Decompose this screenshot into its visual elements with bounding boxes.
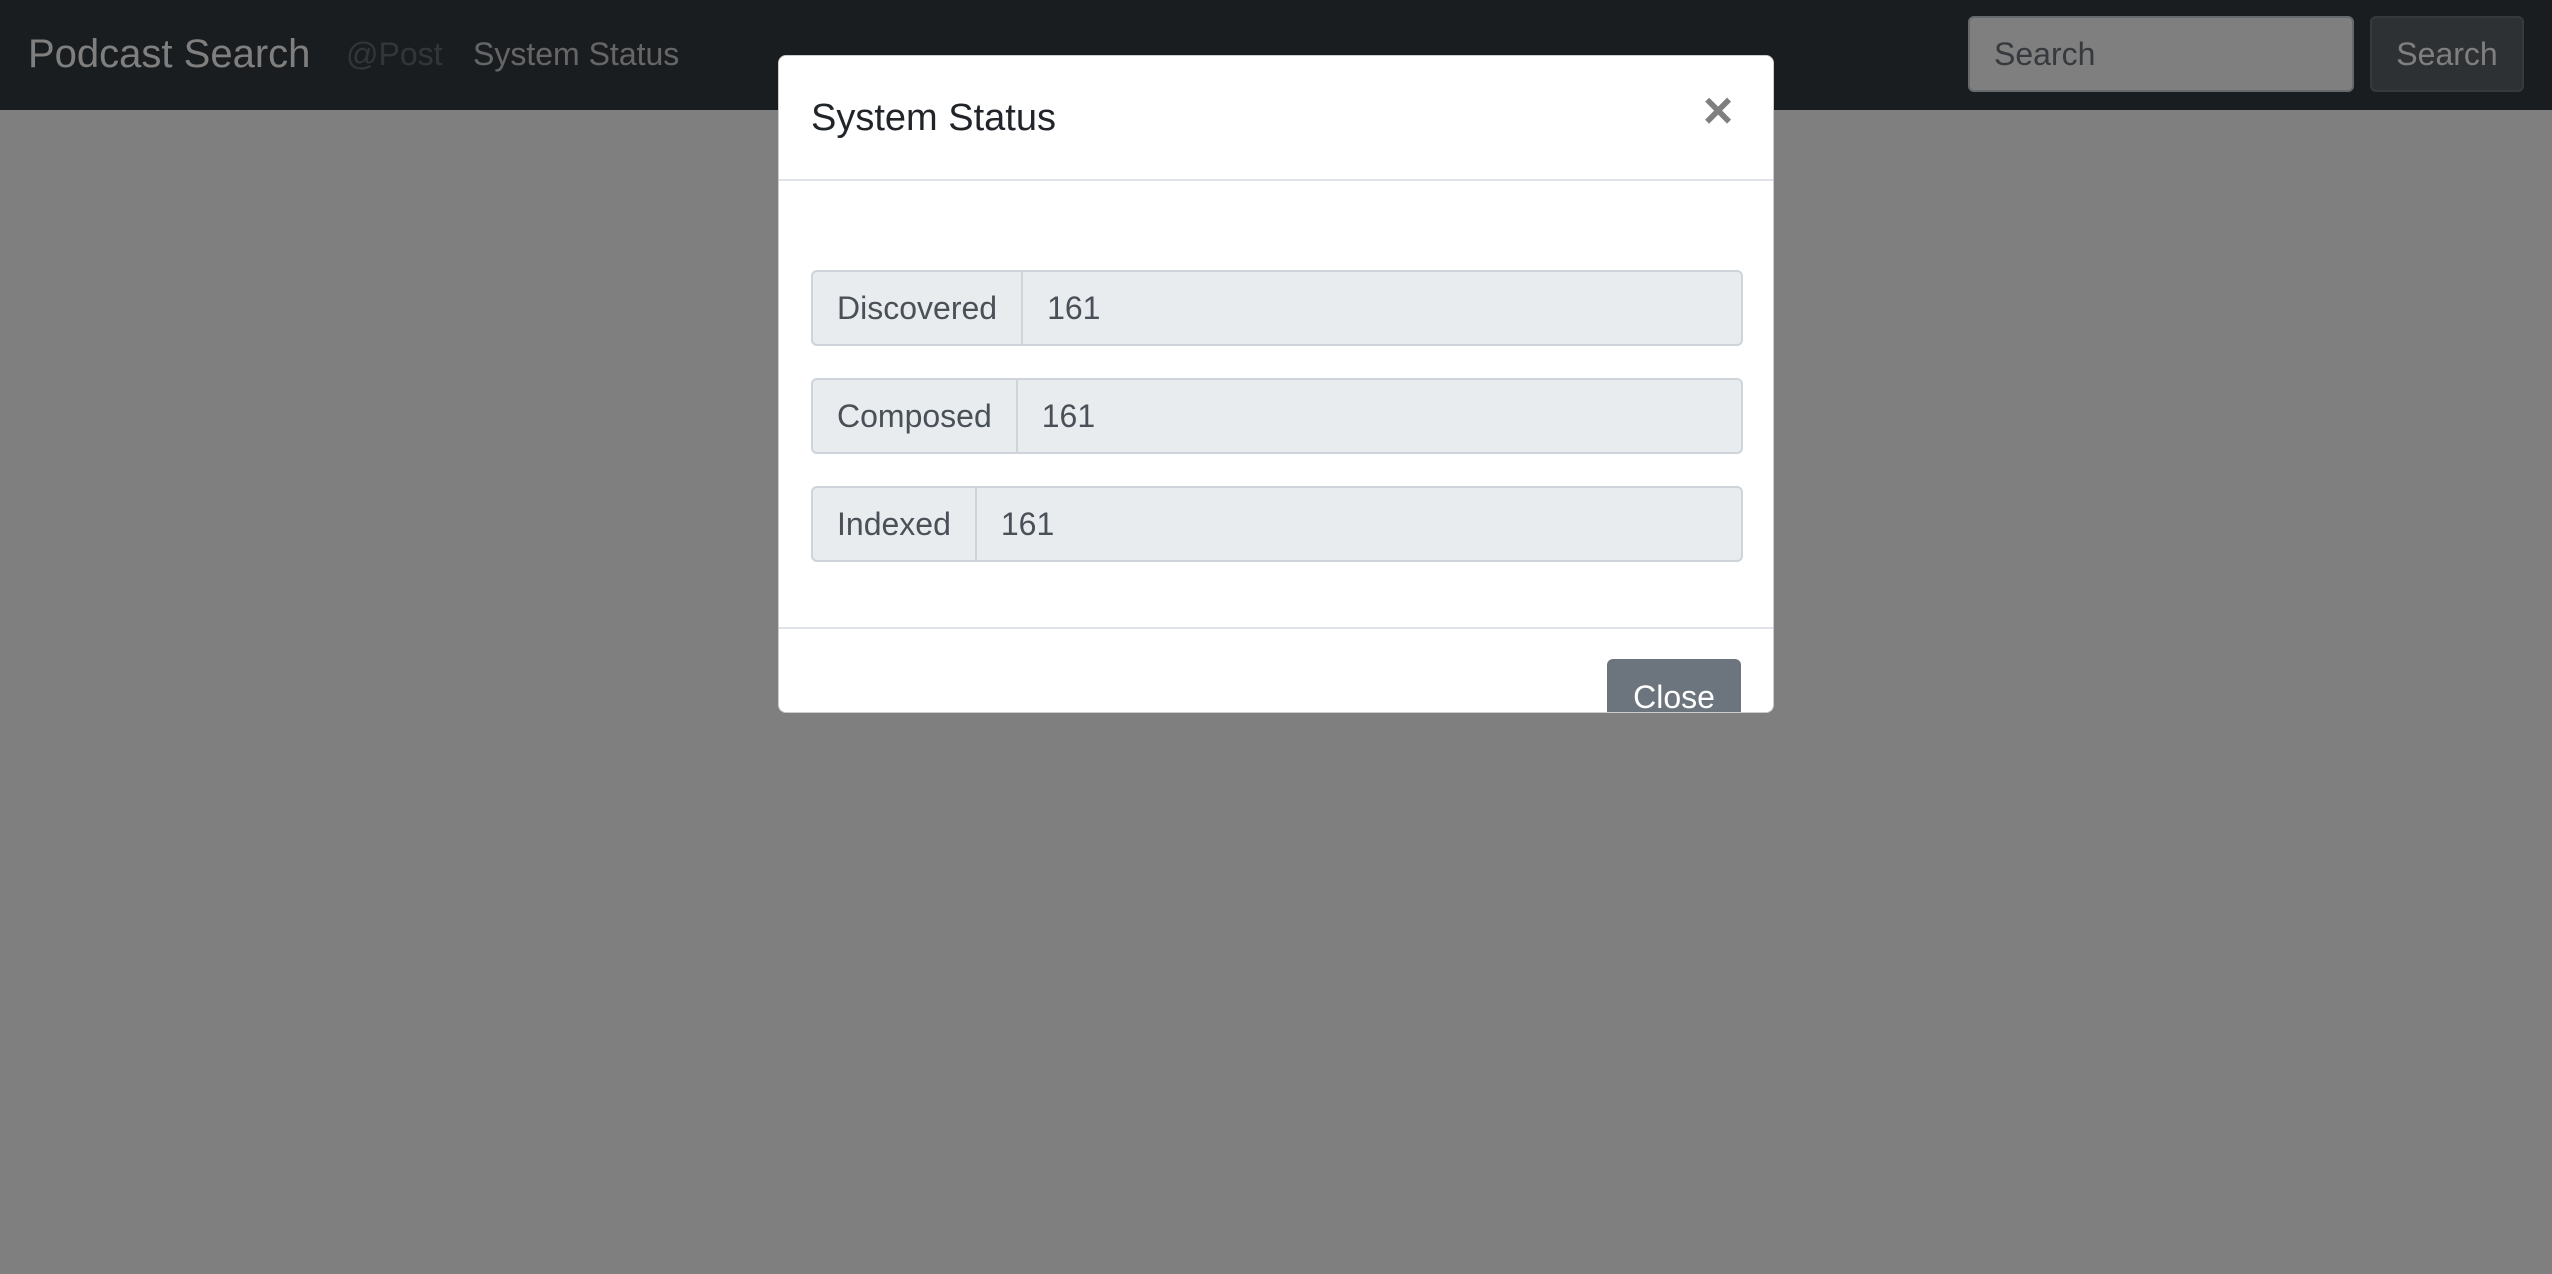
status-row-composed: Composed [811, 378, 1743, 454]
modal-footer: Close [779, 627, 1773, 712]
modal-header: System Status × [779, 56, 1773, 181]
status-label: Composed [811, 378, 1016, 454]
system-status-modal: System Status × Discovered Composed Inde… [778, 55, 1774, 713]
status-value [1021, 270, 1743, 346]
modal-title: System Status [811, 97, 1056, 139]
status-value [974, 486, 1743, 562]
close-button[interactable]: Close [1607, 659, 1741, 712]
status-row-indexed: Indexed [811, 486, 1743, 562]
status-row-discovered: Discovered [811, 270, 1743, 346]
close-icon[interactable]: × [1693, 85, 1743, 137]
status-label: Discovered [811, 270, 1022, 346]
status-value [1015, 378, 1743, 454]
status-label: Indexed [811, 486, 975, 562]
modal-body: Discovered Composed Indexed [779, 181, 1773, 627]
